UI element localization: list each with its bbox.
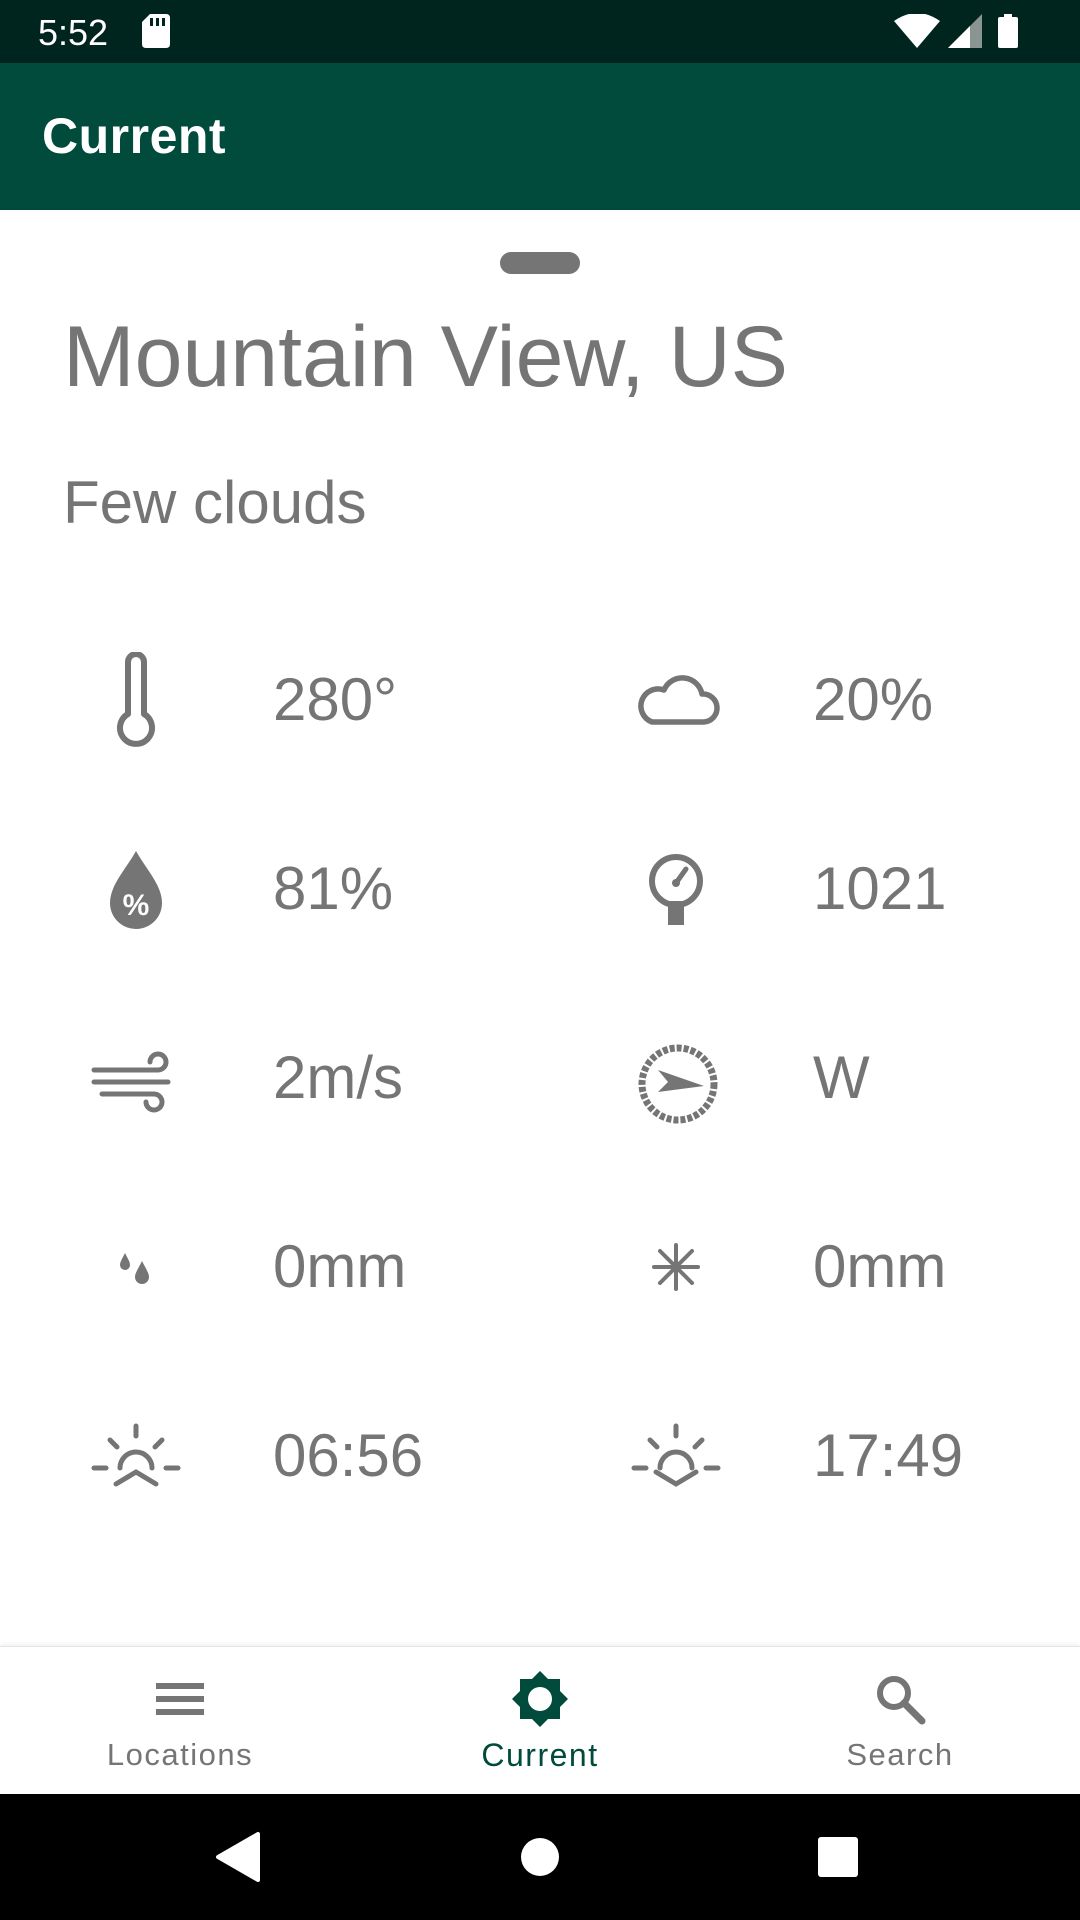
wind-speed-value: 2m/s: [273, 1044, 404, 1111]
pressure-gauge-icon: [649, 854, 703, 925]
back-icon[interactable]: [206, 1824, 272, 1890]
battery-icon: [998, 14, 1018, 48]
current-weather-panel: Mountain View, US Few clouds 280° 20% % …: [0, 210, 1080, 1646]
wind-direction-compass-icon: [638, 1044, 718, 1124]
humidity-value: 81%: [273, 855, 394, 922]
rain-drops-icon: [120, 1253, 149, 1284]
snowflake-icon: [652, 1243, 700, 1291]
humidity-icon: %: [110, 851, 162, 929]
nav-label-search: Search: [846, 1737, 954, 1772]
status-time: 5:52: [38, 12, 109, 53]
nav-item-current[interactable]: Current: [360, 1647, 720, 1795]
wind-icon: [91, 1051, 171, 1113]
city-name: Mountain View, US: [63, 309, 789, 405]
nav-item-locations[interactable]: Locations: [0, 1647, 360, 1795]
app-bar-title: Current: [42, 108, 227, 164]
rain-value: 0mm: [273, 1233, 407, 1300]
cloudiness-value: 20%: [813, 666, 934, 733]
system-navigation-bar: [0, 1794, 1080, 1920]
nav-label-locations: Locations: [106, 1737, 254, 1772]
search-icon: [877, 1676, 926, 1725]
drag-handle[interactable]: [500, 252, 580, 274]
home-icon[interactable]: [507, 1824, 573, 1890]
wifi-icon: [894, 14, 940, 48]
bottom-navigation: Locations Current Search: [0, 1646, 1080, 1795]
cloud-icon: [638, 675, 720, 725]
svg-text:%: %: [123, 889, 150, 922]
recents-icon[interactable]: [805, 1824, 871, 1890]
cell-signal-icon: [948, 14, 982, 48]
nav-item-search[interactable]: Search: [720, 1647, 1080, 1795]
status-icons: [894, 14, 1044, 50]
sunrise-icon: [91, 1423, 181, 1487]
status-bar: 5:52: [0, 0, 1080, 63]
app-bar: Current: [0, 63, 1080, 210]
pressure-value: 1021: [813, 855, 947, 922]
sd-card-icon: [142, 14, 170, 48]
sunset-icon: [631, 1423, 721, 1487]
sunrise-value: 06:56: [273, 1422, 424, 1489]
sunset-value: 17:49: [813, 1422, 964, 1489]
weather-condition: Few clouds: [63, 469, 367, 536]
snow-value: 0mm: [813, 1233, 947, 1300]
sun-gear-icon: [512, 1671, 568, 1727]
thermometer-icon: [117, 652, 155, 747]
list-icon: [156, 1683, 204, 1715]
nav-label-current: Current: [481, 1737, 599, 1773]
wind-direction-value: W: [813, 1044, 870, 1111]
temperature-value: 280°: [273, 666, 398, 733]
